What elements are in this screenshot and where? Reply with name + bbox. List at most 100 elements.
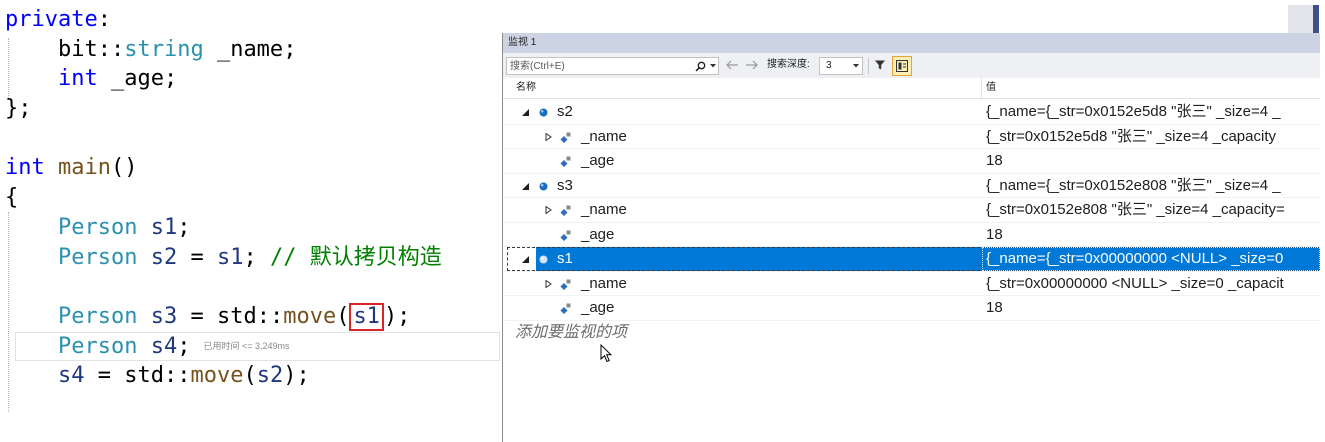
type-token: Person (57, 303, 138, 329)
watch-row-s1[interactable]: s1 {_name={_str=0x00000000 <NULL> _size=… (503, 247, 1320, 272)
collapsed-arrow-icon[interactable] (545, 279, 552, 288)
add-watch-item[interactable]: 添加要监视的项 (515, 320, 627, 345)
column-separator[interactable] (981, 78, 982, 99)
field-icon (560, 230, 571, 241)
watch-row-s3[interactable]: s3 {_name={_str=0x0152e808 "张三" _size=4 … (503, 174, 1320, 198)
variable-token: s2 (137, 244, 178, 270)
code-line-12[interactable]: Person s4; 已用时间 <= 3,249ms (5, 332, 442, 362)
code-line-1[interactable]: private: (5, 5, 442, 35)
punctuation-token: ( (243, 363, 257, 389)
field-icon (560, 279, 571, 290)
variable-icon (539, 255, 548, 264)
watch-row-s2[interactable]: s2 {_name={_str=0x0152e5d8 "张三" _size=4 … (503, 100, 1320, 125)
code-line-9[interactable]: Person s2 = s1; // 默认拷贝构造 (5, 243, 442, 273)
arrow-right-icon[interactable] (745, 60, 759, 70)
namespace-token: std (216, 303, 257, 329)
expanded-arrow-icon[interactable] (522, 182, 529, 190)
code-line-3[interactable]: int _age; (5, 64, 442, 94)
code-line-8[interactable]: Person s1; (5, 213, 442, 243)
mouse-cursor-icon (600, 344, 612, 363)
column-name-header[interactable]: 名称 (516, 82, 536, 94)
variable-token: s4 (57, 363, 85, 389)
filter-icon[interactable] (874, 59, 886, 71)
type-token: string (124, 36, 204, 62)
watch-row-value[interactable]: {_name={_str=0x00000000 <NULL> _size=0 (982, 247, 1320, 271)
chevron-down-icon[interactable] (710, 64, 716, 68)
punctuation-token: :: (163, 363, 191, 389)
watch-row-value[interactable]: 18 (982, 223, 1320, 247)
watch-row-value[interactable]: 18 (982, 296, 1320, 320)
watch-row-name[interactable]: s3 (557, 174, 573, 198)
punctuation-token: ; (177, 333, 191, 359)
watch-row-s1-name[interactable]: _name {_str=0x00000000 <NULL> _size=0 _c… (503, 272, 1320, 296)
watch-row-name[interactable]: s1 (557, 247, 573, 271)
expanded-arrow-icon[interactable] (522, 255, 529, 263)
watch-column-header: 名称 值 (503, 78, 1320, 99)
code-line-4[interactable]: }; (5, 94, 442, 124)
code-line-2[interactable]: bit::string _name; (5, 35, 442, 65)
column-value-header[interactable]: 值 (986, 82, 996, 94)
search-box[interactable] (506, 57, 719, 75)
variable-token: s2 (256, 363, 284, 389)
punctuation-token: { (5, 185, 19, 211)
variable-token: s1 (137, 214, 178, 240)
function-token: move (283, 303, 337, 329)
watch-window[interactable]: 监视 1 搜索深度: 3 名称 值 s2 {_name={_str=0x0152… (502, 33, 1320, 442)
watch-row-s2-name[interactable]: _name {_str=0x0152e5d8 "张三" _size=4 _cap… (503, 125, 1320, 149)
search-depth-label: 搜索深度: (767, 59, 810, 70)
code-line-5[interactable] (5, 124, 442, 154)
field-icon (560, 205, 571, 216)
watch-row-s3-age[interactable]: _age 18 (503, 223, 1320, 247)
perf-tip[interactable]: 已用时间 <= 3,249ms (203, 341, 289, 351)
watch-toolbar: 搜索深度: 3 (503, 53, 1320, 78)
code-line-6[interactable]: int main() (5, 153, 442, 183)
search-input[interactable] (508, 58, 688, 74)
code-line-10[interactable] (5, 272, 442, 302)
watch-row-name[interactable]: s2 (557, 100, 573, 124)
watch-row-s1-age[interactable]: _age 18 (503, 296, 1320, 321)
function-token: main (44, 155, 111, 181)
expanded-arrow-icon[interactable] (522, 108, 529, 116)
watch-row-value[interactable]: {_str=0x00000000 <NULL> _size=0 _capacit (982, 272, 1320, 296)
toggle-view-icon (896, 60, 908, 72)
punctuation-token: }; (5, 96, 32, 122)
punctuation-token: ); (383, 303, 411, 329)
watch-row-value[interactable]: {_str=0x0152e808 "张三" _size=4 _capacity= (982, 198, 1320, 222)
code-line-11[interactable]: Person s3 = std::move(s1); (5, 302, 442, 332)
window-edge-panel (1288, 5, 1313, 33)
punctuation-token: : (97, 7, 111, 32)
watch-row-name: _name (581, 127, 627, 145)
highlighted-variable-box: s1 (349, 302, 384, 331)
keyword-token: int (57, 66, 98, 92)
collapsed-arrow-icon[interactable] (545, 132, 552, 141)
variable-icon (539, 108, 548, 117)
punctuation-token: () (110, 155, 138, 181)
field-icon (560, 132, 571, 143)
type-token: Person (57, 244, 138, 270)
type-token: Person (57, 214, 138, 240)
search-depth-dropdown[interactable]: 3 (819, 57, 863, 75)
arrow-left-icon[interactable] (725, 60, 739, 70)
collapsed-arrow-icon[interactable] (545, 206, 552, 214)
window-edge-bar (1313, 5, 1319, 33)
watch-title-bar[interactable]: 监视 1 (503, 33, 1320, 53)
watch-row-s2-age[interactable]: _age 18 (503, 149, 1320, 174)
watch-row-value[interactable]: {_name={_str=0x0152e5d8 "张三" _size=4 _ (982, 100, 1320, 124)
field-token: _age (97, 66, 164, 92)
code-line-13[interactable]: s4 = std::move(s2); (5, 361, 442, 391)
type-token: Person (57, 333, 138, 359)
code-text[interactable]: private: bit::string _name; int _age; };… (5, 5, 442, 391)
toggle-view-button[interactable] (892, 56, 912, 76)
watch-row-value[interactable]: 18 (982, 149, 1320, 173)
watch-row-value[interactable]: {_str=0x0152e5d8 "张三" _size=4 _capacity (982, 125, 1320, 149)
search-icon[interactable] (695, 61, 706, 72)
punctuation-token: ); (283, 363, 310, 389)
code-line-7[interactable]: { (5, 183, 442, 213)
watch-row-value[interactable]: {_name={_str=0x0152e808 "张三" _size=4 _ (982, 174, 1320, 198)
variable-token: s1 (216, 244, 244, 270)
operator-token: = (177, 303, 217, 329)
watch-row-name: _age (581, 299, 615, 316)
watch-row-s3-name[interactable]: _name {_str=0x0152e808 "张三" _size=4 _cap… (503, 198, 1320, 223)
punctuation-token: ( (336, 303, 350, 329)
code-editor[interactable]: private: bit::string _name; int _age; };… (0, 0, 502, 442)
